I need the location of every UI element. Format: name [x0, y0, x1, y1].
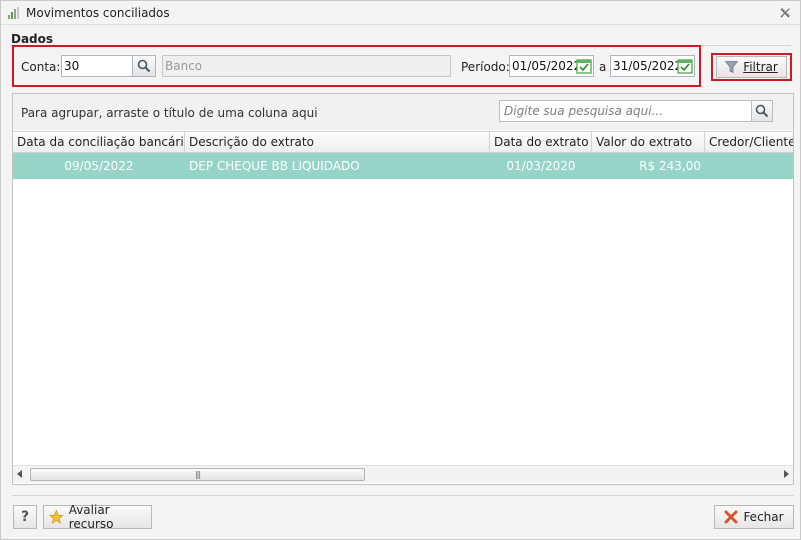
conta-search-button[interactable]: [132, 55, 156, 77]
date-separator: a: [599, 60, 607, 74]
column-header-data-extrato[interactable]: Data do extrato: [490, 132, 592, 153]
periodo-label: Período:: [461, 60, 510, 74]
horizontal-scrollbar[interactable]: |||: [13, 465, 793, 483]
cell-descricao: DEP CHEQUE BB LIQUIDADO: [189, 159, 360, 173]
fechar-button[interactable]: Fechar: [714, 505, 794, 529]
table-row[interactable]: 09/05/2022 DEP CHEQUE BB LIQUIDADO 01/03…: [13, 153, 793, 179]
column-header-data-conciliacao[interactable]: Data da conciliação bancária: [13, 132, 185, 153]
calendar-icon: [676, 59, 693, 74]
grip-icon: |||: [194, 470, 201, 479]
cell-data-extrato: 01/03/2020: [506, 159, 576, 173]
group-by-panel[interactable]: Para agrupar, arraste o título de uma co…: [13, 94, 793, 130]
column-header-descricao[interactable]: Descrição do extrato: [185, 132, 490, 153]
date-to-calendar-button[interactable]: [675, 56, 694, 76]
cell-data-conciliacao: 09/05/2022: [64, 159, 134, 173]
footer-divider: [12, 495, 794, 496]
group-hint: Para agrupar, arraste o título de uma co…: [21, 106, 318, 120]
close-icon[interactable]: [778, 6, 792, 20]
star-icon: [49, 509, 64, 524]
fechar-label: Fechar: [743, 510, 784, 524]
close-icon: [724, 510, 738, 524]
scroll-right-icon[interactable]: [784, 470, 789, 478]
scroll-left-icon[interactable]: [17, 470, 22, 478]
column-header-credor[interactable]: Credor/Cliente: [705, 132, 793, 153]
section-label: Dados: [11, 32, 54, 46]
calendar-icon: [575, 59, 592, 74]
search-icon: [755, 104, 769, 118]
chart-icon: [8, 7, 19, 19]
grid-search-button[interactable]: [751, 100, 773, 122]
column-header-valor[interactable]: Valor do extrato: [592, 132, 705, 153]
avaliar-recurso-button[interactable]: Avaliar recurso: [43, 503, 152, 531]
date-from-calendar-button[interactable]: [574, 56, 593, 76]
conta-input[interactable]: 30: [61, 55, 133, 77]
grid-search-input[interactable]: Digite sua pesquisa aqui...: [499, 100, 752, 122]
results-grid: Para agrupar, arraste o título de uma co…: [12, 93, 794, 485]
cell-valor: R$ 243,00: [639, 159, 701, 173]
cell-credor: [705, 153, 793, 179]
filtrar-button[interactable]: Filtrar: [716, 56, 787, 78]
banco-field: Banco: [162, 55, 451, 77]
date-from-value: 01/05/2022: [512, 59, 582, 73]
date-to-value: 31/05/2022: [613, 59, 683, 73]
help-button[interactable]: ?: [13, 505, 37, 529]
title-bar: Movimentos conciliados: [1, 1, 800, 25]
scroll-thumb[interactable]: |||: [30, 468, 365, 481]
window-title: Movimentos conciliados: [26, 6, 170, 20]
funnel-icon: [725, 61, 739, 73]
grid-header-row: Data da conciliação bancária Descrição d…: [13, 131, 793, 153]
filtrar-label: Filtrar: [743, 60, 778, 74]
conta-label: Conta:: [21, 60, 61, 74]
avaliar-label: Avaliar recurso: [68, 503, 114, 531]
search-icon: [137, 59, 151, 73]
movimentos-conciliados-window: Movimentos conciliados Dados Conta: 30 B…: [0, 0, 801, 540]
